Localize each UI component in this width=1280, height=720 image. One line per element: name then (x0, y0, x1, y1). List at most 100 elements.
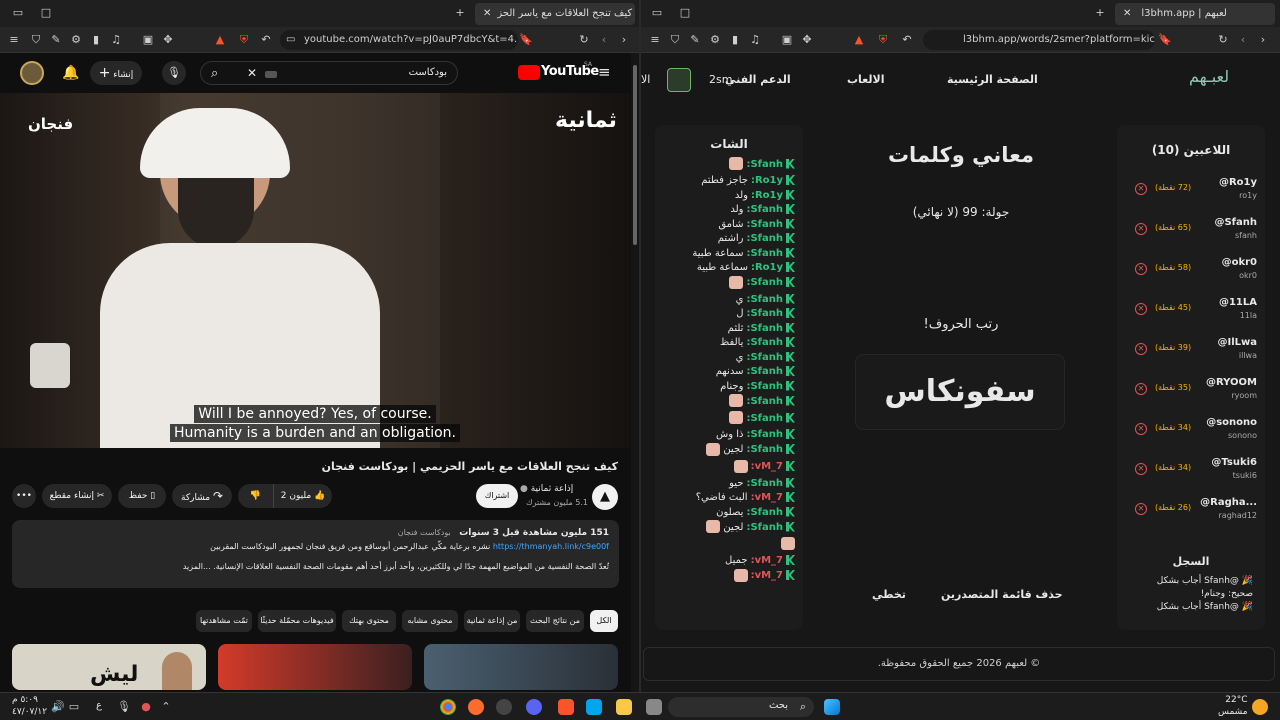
video-thumbnail-3[interactable] (424, 644, 618, 690)
search-input[interactable]: بودكاست (409, 67, 447, 78)
video-player[interactable]: ثمانية فنجان Will I be annoyed? Yes, of … (0, 93, 630, 448)
file-explorer-icon[interactable] (616, 699, 632, 715)
video-thumbnail-2[interactable] (218, 644, 412, 690)
chat-username[interactable]: Sfanh: (746, 507, 783, 518)
brave-rewards-icon[interactable]: ▲ (851, 32, 867, 48)
start-windows-icon[interactable] (824, 699, 840, 715)
chip-search-results[interactable]: من نتائج البحث (526, 610, 584, 632)
chat-username[interactable]: Sfanh: (746, 233, 783, 244)
extensions-icon[interactable]: ⚙ (707, 32, 723, 48)
chat-username[interactable]: Sfanh: (746, 277, 783, 288)
dislike-button[interactable]: 👎 (238, 484, 274, 508)
chat-username[interactable]: vM_7: (751, 492, 783, 503)
forward-icon[interactable]: › (616, 32, 632, 48)
like-button[interactable]: 2 مليون 👍 (274, 484, 332, 508)
chat-username[interactable]: Sfanh: (746, 429, 783, 440)
brave-rewards-icon[interactable]: ▲ (212, 32, 228, 48)
back-icon[interactable]: ‹ (596, 32, 612, 48)
sidebar-icon[interactable]: ▮ (88, 32, 104, 48)
create-button[interactable]: + إنشاء (90, 61, 142, 85)
network-icon[interactable]: ▭ (66, 699, 82, 715)
firefox-icon[interactable] (468, 699, 484, 715)
description-box[interactable]: 151 مليون مشاهدة قبل 3 سنوات بودكاست فنج… (12, 520, 619, 588)
screenshot-icon[interactable]: ▣ (140, 32, 156, 48)
chat-username[interactable]: Sfanh: (746, 478, 783, 489)
scrollbar-thumb[interactable] (633, 65, 637, 245)
chip-recently-uploaded[interactable]: فيديوهات محمّلة حديثًا (258, 610, 336, 632)
address-bar[interactable]: l3bhm.app/words/2smer?platform=kick (923, 30, 1155, 50)
remove-player-icon[interactable]: ✕ (1135, 463, 1147, 475)
brave-shield-icon[interactable]: ⛨ (236, 32, 252, 48)
site-info-icon[interactable]: ▭ (286, 30, 295, 50)
remove-player-icon[interactable]: ✕ (1135, 423, 1147, 435)
chat-username[interactable]: vM_7: (751, 461, 783, 472)
user-avatar[interactable] (667, 68, 691, 92)
chat-username[interactable]: Sfanh: (746, 381, 783, 392)
new-tab-icon[interactable]: + (1092, 5, 1108, 21)
remove-player-icon[interactable]: ✕ (1135, 343, 1147, 355)
store-icon[interactable] (586, 699, 602, 715)
app-icon[interactable] (496, 699, 512, 715)
remove-player-icon[interactable]: ✕ (1135, 183, 1147, 195)
clear-leaderboard-button[interactable]: حذف قائمة المتصدرين (941, 588, 1063, 601)
share-button[interactable]: مشاركة ↷ (172, 484, 232, 508)
channel-name[interactable]: إذاعة ثمانية ● (520, 484, 573, 494)
chip-thmanyah[interactable]: من إذاعة ثمانية (464, 610, 520, 632)
extensions-icon[interactable]: ⚙ (68, 32, 84, 48)
tab-close-icon[interactable]: ✕ (1123, 3, 1131, 25)
skip-button[interactable]: تخطي (872, 588, 906, 601)
clear-search-icon[interactable]: ✕ (247, 66, 257, 80)
forward-icon[interactable]: › (1255, 32, 1271, 48)
window-menu-icon[interactable]: ▭ (10, 5, 26, 21)
back-icon[interactable]: ‹ (1235, 32, 1251, 48)
task-view-icon[interactable] (646, 699, 662, 715)
tab-close-icon[interactable]: ✕ (483, 3, 491, 25)
tab-l3bhm[interactable]: ✕ l3bhm.app | لعبهم (1115, 3, 1275, 25)
music-icon[interactable]: ♫ (747, 32, 763, 48)
sidebar-icon[interactable]: ▮ (727, 32, 743, 48)
chat-username[interactable]: Sfanh: (746, 413, 783, 424)
discord-icon[interactable] (526, 699, 542, 715)
chat-username[interactable]: Sfanh: (746, 248, 783, 259)
share-page-icon[interactable]: ↶ (258, 32, 274, 48)
mic-muted-icon[interactable]: ● (138, 699, 154, 715)
window-box-icon[interactable]: □ (38, 5, 54, 21)
shield-icon[interactable]: ⛉ (28, 32, 44, 48)
guide-menu-icon[interactable]: ≡ (598, 63, 611, 81)
tray-chevron-icon[interactable]: ⌃ (158, 699, 174, 715)
hamburger-menu-icon[interactable]: ≡ (647, 32, 663, 48)
chat-username[interactable]: Sfanh: (746, 204, 783, 215)
screenshot-icon[interactable]: ▣ (779, 32, 795, 48)
nav-support[interactable]: الدعم الفني (725, 73, 791, 86)
nav-cut-item[interactable]: الا (641, 73, 650, 86)
chip-similar[interactable]: محتوى مشابه (402, 610, 458, 632)
weather-widget[interactable]: 22°C مشمس (1218, 694, 1248, 718)
chat-username[interactable]: Sfanh: (746, 352, 783, 363)
nav-home[interactable]: الصفحة الرئيسية (947, 73, 1038, 86)
site-logo[interactable]: لعبـهم (1189, 67, 1229, 86)
music-icon[interactable]: ♫ (108, 32, 124, 48)
chat-username[interactable]: Sfanh: (746, 396, 783, 407)
chrome-icon[interactable] (440, 699, 456, 715)
clip-button[interactable]: إنشاء مقطع ✂ (42, 484, 112, 508)
puzzle-icon[interactable]: ✥ (799, 32, 815, 48)
language-indicator[interactable]: ع (96, 700, 102, 711)
window-box-icon[interactable]: □ (677, 5, 693, 21)
reload-icon[interactable]: ↻ (1215, 32, 1231, 48)
remove-player-icon[interactable]: ✕ (1135, 303, 1147, 315)
window-menu-icon[interactable]: ▭ (649, 5, 665, 21)
nav-games[interactable]: الالعاب (847, 73, 885, 86)
chat-username[interactable]: Sfanh: (746, 366, 783, 377)
description-link[interactable]: https://thmanyah.link/c9e00f (493, 542, 609, 551)
subscribe-button[interactable]: اشتراك (476, 484, 518, 508)
chat-username[interactable]: Sfanh: (746, 159, 783, 170)
pin-icon[interactable]: ✎ (48, 32, 64, 48)
reload-icon[interactable]: ↻ (576, 32, 592, 48)
chat-username[interactable]: Ro1y: (751, 175, 783, 186)
bookmark-icon[interactable]: 🔖 (518, 32, 534, 48)
chip-all[interactable]: الكل (590, 610, 618, 632)
chat-username[interactable]: Sfanh: (746, 323, 783, 334)
puzzle-icon[interactable]: ✥ (160, 32, 176, 48)
chat-username[interactable]: Sfanh: (746, 219, 783, 230)
youtube-logo-icon[interactable] (518, 65, 540, 80)
